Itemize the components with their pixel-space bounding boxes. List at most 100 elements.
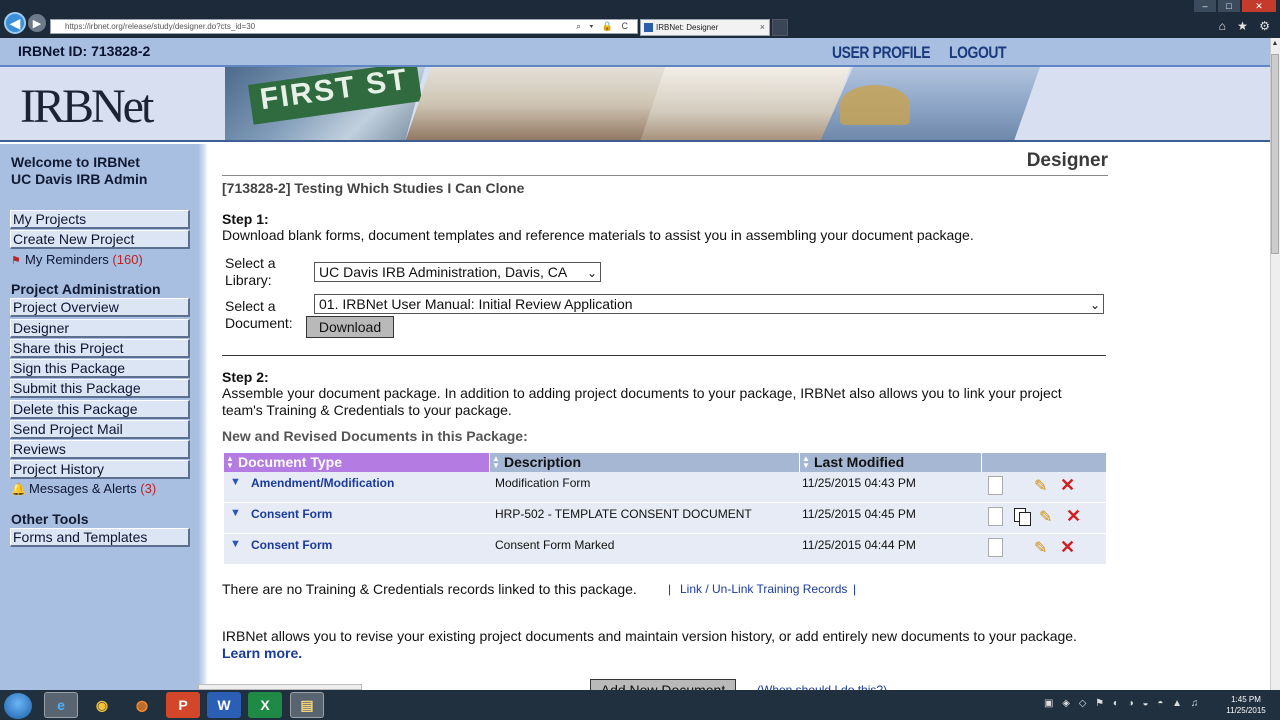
copy-versions-icon[interactable] (1014, 508, 1032, 526)
maximize-button[interactable]: □ (1218, 0, 1240, 12)
document-label-line-1: Select a (225, 298, 276, 314)
expand-caret-icon[interactable]: ▼ (230, 476, 241, 488)
sidebar-item-forms-and-templates[interactable]: Forms and Templates (10, 528, 190, 547)
sidebar: Welcome to IRBNet UC Davis IRB Admin My … (0, 144, 208, 690)
messages-count: (3) (140, 481, 157, 496)
chevron-down-icon: ⌄ (1089, 298, 1100, 312)
logout-link[interactable]: LOGOUT (949, 43, 1007, 63)
user-profile-link[interactable]: USER PROFILE (832, 43, 931, 63)
delete-x-icon[interactable]: ✕ (1066, 507, 1084, 525)
sidebar-item-share-this-project[interactable]: Share this Project (10, 339, 190, 358)
sidebar-item-messages-alerts[interactable]: 🔔 Messages & Alerts (3) (11, 481, 156, 496)
learn-more-link[interactable]: Learn more. (222, 645, 302, 661)
revise-text: IRBNet allows you to revise your existin… (222, 628, 1077, 644)
edit-pencil-icon[interactable]: ✎ (1034, 540, 1052, 558)
table-row: ▼ Consent Form Consent Form Marked 11/25… (224, 534, 1106, 564)
document-icon[interactable] (988, 476, 1003, 495)
delete-x-icon[interactable]: ✕ (1060, 538, 1078, 556)
sidebar-item-project-history[interactable]: Project History (10, 460, 190, 479)
sidebar-item-sign-this-package[interactable]: Sign this Package (10, 359, 190, 378)
link-separator: | (853, 582, 857, 596)
edit-pencil-icon[interactable]: ✎ (1039, 509, 1057, 527)
reminder-flag-icon: ⚑ (11, 255, 21, 267)
irbnet-id: IRBNet ID: 713828-2 (18, 43, 151, 59)
expand-caret-icon[interactable]: ▼ (230, 538, 241, 550)
document-type-link[interactable]: Consent Form (251, 538, 332, 552)
file-explorer-icon[interactable]: ▤ (290, 692, 324, 718)
sort-icon: ▲ ▼ (802, 454, 810, 470)
clock[interactable]: 1:45 PM 11/25/2015 (1222, 694, 1270, 716)
scroll-up-icon[interactable]: ▲ (1270, 38, 1280, 50)
expand-caret-icon[interactable]: ▼ (230, 507, 241, 519)
document-icon[interactable] (988, 538, 1003, 557)
start-button[interactable] (4, 693, 32, 719)
word-icon[interactable]: W (207, 692, 241, 718)
sidebar-item-submit-this-package[interactable]: Submit this Package (10, 379, 190, 398)
document-type-link[interactable]: Consent Form (251, 507, 332, 521)
download-button[interactable]: Download (306, 316, 394, 338)
documents-heading: New and Revised Documents in this Packag… (222, 428, 528, 444)
sidebar-item-project-overview[interactable]: Project Overview (10, 298, 190, 317)
address-bar[interactable]: https://irbnet.org/release/study/designe… (50, 19, 638, 34)
delete-x-icon[interactable]: ✕ (1060, 476, 1078, 494)
document-select-value: 01. IRBNet User Manual: Initial Review A… (319, 296, 633, 312)
scroll-thumb[interactable] (1271, 54, 1279, 254)
sidebar-item-reviews[interactable]: Reviews (10, 440, 190, 459)
document-description: Consent Form Marked (495, 538, 615, 552)
bell-icon: 🔔 (11, 482, 26, 496)
document-type-link[interactable]: Amendment/Modification (251, 476, 394, 490)
excel-icon[interactable]: X (248, 692, 282, 718)
minimize-button[interactable]: – (1194, 0, 1216, 12)
system-tray-icons[interactable]: ▣ ◈ ◇ ⚑ ◐ ◑ ◒ ◓ ▲ ♫ (1044, 698, 1201, 709)
close-window-button[interactable]: ✕ (1242, 0, 1276, 12)
column-document-type[interactable]: ▲ ▼ Document Type (224, 453, 490, 472)
other-tools-heading: Other Tools (11, 511, 89, 527)
sidebar-item-delete-this-package[interactable]: Delete this Package (10, 400, 190, 419)
column-last-modified-label: Last Modified (814, 454, 905, 470)
column-description[interactable]: ▲ ▼ Description (490, 453, 800, 472)
forward-button[interactable]: ▶ (28, 14, 46, 32)
chrome-icon[interactable]: ◉ (85, 692, 119, 718)
column-last-modified[interactable]: ▲ ▼ Last Modified (800, 453, 982, 472)
step1-heading: Step 1: (222, 211, 269, 227)
banner: FIRST ST IRBNetTM (0, 67, 1270, 142)
document-last-modified: 11/25/2015 04:45 PM (802, 507, 916, 521)
messages-label: Messages & Alerts (29, 481, 137, 496)
step1-text: Download blank forms, document templates… (222, 227, 974, 243)
welcome-line-1: Welcome to IRBNet (11, 154, 140, 170)
column-description-label: Description (504, 454, 582, 470)
back-arrow-icon: ◀ (9, 14, 21, 31)
document-label: Select a Document: (225, 298, 293, 332)
powerpoint-icon[interactable]: P (166, 692, 200, 718)
sidebar-item-designer[interactable]: Designer (10, 319, 190, 338)
browser-tool-icons[interactable]: ⌂ ★ ⚙ (1219, 19, 1274, 33)
sidebar-item-send-project-mail[interactable]: Send Project Mail (10, 420, 190, 439)
table-row: ▼ Consent Form HRP-502 - TEMPLATE CONSEN… (224, 503, 1106, 533)
step-divider (222, 355, 1106, 356)
browser-tab[interactable]: IRBNet: Designer × (640, 19, 770, 36)
clock-date: 11/25/2015 (1226, 706, 1266, 715)
edit-pencil-icon[interactable]: ✎ (1034, 478, 1052, 496)
sidebar-item-my-projects[interactable]: My Projects (10, 210, 190, 229)
sidebar-item-my-reminders[interactable]: ⚑ My Reminders (160) (11, 252, 143, 267)
back-button[interactable]: ◀ (4, 12, 26, 34)
document-description: Modification Form (495, 476, 591, 490)
irbnet-logo: IRBNetTM (20, 79, 161, 134)
top-bar: IRBNet ID: 713828-2 USER PROFILE LOGOUT (0, 38, 1270, 67)
library-select[interactable]: UC Davis IRB Administration, Davis, CA ⌄ (314, 262, 601, 282)
project-administration-heading: Project Administration (11, 281, 161, 297)
sidebar-item-create-new-project[interactable]: Create New Project (10, 230, 190, 249)
sort-icon: ▲ ▼ (226, 454, 234, 470)
document-label-line-2: Document: (225, 315, 293, 331)
favicon-icon (644, 23, 653, 32)
banner-photo-lab (640, 67, 850, 140)
document-last-modified: 11/25/2015 04:44 PM (802, 538, 916, 552)
link-training-records-link[interactable]: Link / Un-Link Training Records (680, 582, 847, 596)
document-select[interactable]: 01. IRBNet User Manual: Initial Review A… (314, 294, 1104, 314)
address-bar-icons[interactable]: ⌕ ▾ 🔒 C (576, 20, 631, 33)
new-tab-button[interactable] (772, 19, 788, 36)
document-icon[interactable] (988, 507, 1003, 526)
internet-explorer-icon[interactable]: e (44, 692, 78, 718)
tab-close-icon[interactable]: × (760, 20, 765, 35)
firefox-icon[interactable]: ◍ (125, 692, 159, 718)
